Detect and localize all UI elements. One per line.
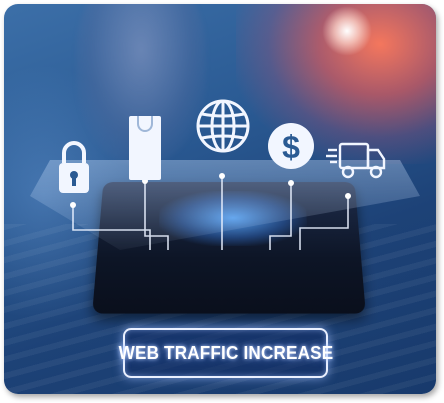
svg-text:$: $ <box>282 129 300 165</box>
caption-badge: WEB TRAFFIC INCREASE <box>118 328 333 378</box>
delivery-truck-icon <box>326 142 386 179</box>
lock-icon <box>59 141 89 193</box>
dollar-coin-icon: $ <box>268 123 314 169</box>
caption-text: WEB TRAFFIC INCREASE <box>118 342 333 363</box>
shopping-bag-icon <box>129 116 161 180</box>
globe-icon <box>196 99 250 153</box>
